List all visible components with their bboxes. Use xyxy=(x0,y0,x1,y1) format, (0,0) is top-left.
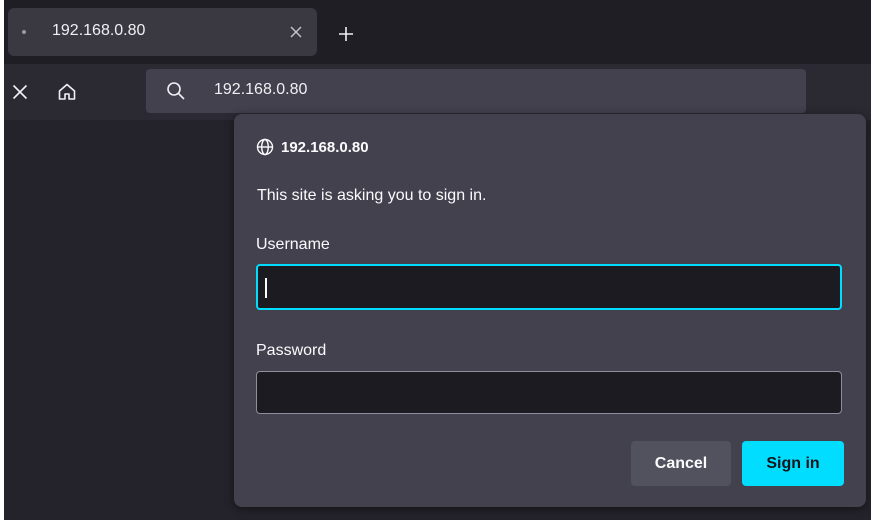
close-icon xyxy=(290,26,302,38)
username-field[interactable] xyxy=(256,264,842,310)
url-bar[interactable]: 192.168.0.80 xyxy=(146,69,806,113)
sign-in-button[interactable]: Sign in xyxy=(742,441,844,486)
password-label: Password xyxy=(256,342,327,359)
browser-window: 192.168.0.80 192.168.0.80 192.168.0.80 T… xyxy=(0,0,871,520)
dialog-host: 192.168.0.80 xyxy=(256,138,369,156)
tab-title: 192.168.0.80 xyxy=(52,22,146,39)
close-icon xyxy=(12,84,28,100)
tab-active[interactable]: 192.168.0.80 xyxy=(8,8,317,56)
new-tab-button[interactable] xyxy=(334,22,358,46)
tab-close-button[interactable] xyxy=(286,22,306,42)
home-icon xyxy=(58,83,76,100)
sign-in-dialog: 192.168.0.80 This site is asking you to … xyxy=(234,114,866,507)
home-button[interactable] xyxy=(56,81,78,103)
navigation-toolbar: 192.168.0.80 xyxy=(4,64,871,120)
stop-button[interactable] xyxy=(10,82,30,102)
username-label: Username xyxy=(256,236,330,253)
text-cursor xyxy=(265,278,267,298)
dialog-message: This site is asking you to sign in. xyxy=(257,187,487,204)
tab-strip: 192.168.0.80 xyxy=(4,0,871,64)
password-field[interactable] xyxy=(256,371,842,414)
dialog-host-text: 192.168.0.80 xyxy=(281,138,369,156)
tab-favicon-dot xyxy=(22,30,26,34)
search-icon xyxy=(167,82,185,100)
cancel-button[interactable]: Cancel xyxy=(631,441,731,486)
plus-icon xyxy=(339,27,353,41)
globe-icon xyxy=(256,138,274,156)
url-text[interactable]: 192.168.0.80 xyxy=(214,81,307,99)
